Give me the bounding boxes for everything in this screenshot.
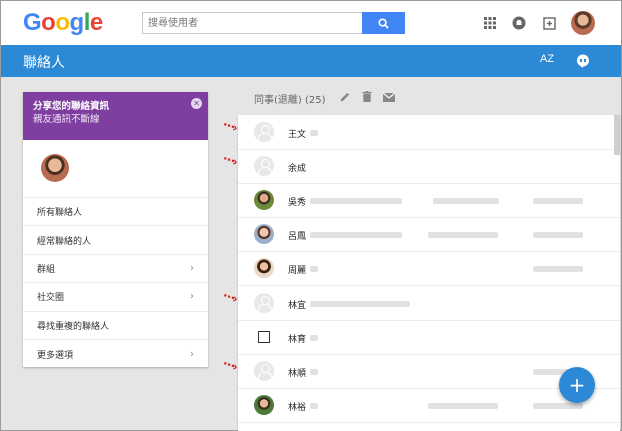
- redacted-text: [310, 334, 318, 341]
- contact-row[interactable]: 周麗: [238, 252, 620, 287]
- sort-az-icon[interactable]: AZ: [540, 53, 554, 65]
- contact-row[interactable]: 呂鳳: [238, 218, 620, 253]
- redacted-text: [433, 197, 499, 204]
- sidebar-item-frequent[interactable]: 經常聯絡的人: [23, 226, 208, 255]
- contact-name: 林裕: [288, 403, 307, 414]
- contact-name: 林宜: [288, 300, 307, 311]
- default-avatar-icon[interactable]: [254, 121, 274, 142]
- hangouts-icon[interactable]: [576, 54, 590, 68]
- delete-icon[interactable]: [362, 91, 372, 102]
- redacted-text: [533, 403, 583, 410]
- avatar[interactable]: [41, 154, 69, 182]
- logo-letter: g: [69, 9, 85, 36]
- my-profile[interactable]: [23, 140, 208, 198]
- share-add-icon[interactable]: [539, 12, 561, 34]
- contact-name: 周麗: [288, 266, 307, 277]
- google-logo[interactable]: Google: [23, 9, 103, 37]
- search-button[interactable]: [362, 12, 405, 34]
- redacted-text: [310, 368, 318, 375]
- account-avatar[interactable]: [571, 11, 595, 35]
- contact-name: 王文: [288, 129, 307, 140]
- contact-name: 呂鳳: [288, 232, 307, 243]
- contact-row[interactable]: 余成: [238, 150, 620, 184]
- apps-grid-icon[interactable]: [479, 12, 501, 34]
- contact-name: 余成: [288, 163, 307, 174]
- redacted-text: [310, 129, 318, 136]
- sidebar-item-groups[interactable]: 群組 ›: [23, 255, 208, 284]
- default-avatar-icon[interactable]: [254, 360, 274, 381]
- left-sidebar: 分享您的聯絡資訊 親友通訊不斷線 ✕ 所有聯絡人 經常聯絡的人 群組 › 社交圈 ›…: [23, 92, 208, 367]
- search-input[interactable]: [143, 13, 355, 33]
- annotation-arrow-icon: ⋯›: [221, 151, 238, 169]
- redacted-text: [428, 232, 498, 239]
- add-contact-button[interactable]: +: [559, 367, 595, 403]
- sidebar-item-label: 群組: [37, 264, 56, 275]
- share-info-promo[interactable]: 分享您的聯絡資訊 親友通訊不斷線 ✕: [23, 92, 208, 140]
- annotation-arrow-icon: ⋯›: [221, 117, 238, 135]
- page-title: 聯絡人: [23, 55, 65, 71]
- sidebar-item-label: 尋找重複的聯絡人: [37, 321, 110, 332]
- search-box: [142, 12, 405, 34]
- contact-name: 林育: [288, 334, 307, 345]
- logo-letter: e: [89, 9, 103, 36]
- group-title: 同事(退離) (25): [254, 95, 326, 106]
- logo-letter: o: [41, 9, 56, 36]
- contact-row[interactable]: 林育: [238, 321, 620, 355]
- contact-name: 林順: [288, 368, 307, 379]
- top-bar: Google: [1, 1, 621, 45]
- email-icon[interactable]: [383, 93, 395, 102]
- chevron-right-icon: ›: [190, 262, 194, 274]
- redacted-text: [533, 232, 583, 239]
- avatar[interactable]: [254, 189, 274, 210]
- avatar[interactable]: [254, 395, 274, 416]
- annotation-arrow-icon: ⋯›: [221, 356, 238, 375]
- annotation-arrow-icon: ⋯›: [221, 288, 238, 306]
- sidebar-item-label: 經常聯絡的人: [37, 236, 92, 247]
- contact-name: 吳秀: [288, 197, 307, 208]
- chevron-right-icon: ›: [190, 348, 194, 360]
- sidebar-item-label: 更多選項: [37, 350, 74, 361]
- logo-letter: G: [23, 9, 42, 36]
- redacted-text: [310, 232, 402, 239]
- redacted-text: [310, 197, 402, 204]
- promo-title: 分享您的聯絡資訊: [33, 101, 110, 112]
- close-icon[interactable]: ✕: [191, 98, 202, 109]
- sidebar-item-more[interactable]: 更多選項 ›: [23, 340, 208, 368]
- sidebar-item-label: 社交圈: [37, 293, 65, 304]
- sidebar-item-duplicates[interactable]: 尋找重複的聯絡人: [23, 312, 208, 340]
- chevron-right-icon: ›: [190, 291, 194, 303]
- sidebar-item-all-contacts[interactable]: 所有聯絡人: [23, 198, 208, 227]
- notifications-icon[interactable]: [508, 12, 530, 34]
- logo-letter: o: [55, 9, 70, 36]
- redacted-text: [533, 197, 583, 204]
- select-checkbox[interactable]: [258, 330, 270, 343]
- redacted-text: [310, 403, 318, 410]
- sidebar-item-circles[interactable]: 社交圈 ›: [23, 283, 208, 312]
- redacted-text: [533, 266, 583, 273]
- redacted-text: [310, 300, 410, 307]
- contact-row[interactable]: 林宜: [238, 287, 620, 321]
- default-avatar-icon[interactable]: [254, 155, 274, 176]
- promo-subtitle: 親友通訊不斷線: [33, 114, 100, 125]
- search-icon: [378, 17, 389, 29]
- redacted-text: [428, 403, 498, 410]
- default-avatar-icon[interactable]: [254, 292, 274, 313]
- sidebar-item-label: 所有聯絡人: [37, 208, 83, 219]
- edit-icon[interactable]: [340, 91, 351, 102]
- contacts-toolbar: 聯絡人 AZ: [1, 45, 621, 77]
- redacted-text: [310, 266, 318, 273]
- avatar[interactable]: [254, 224, 274, 245]
- contact-row[interactable]: 王文: [238, 116, 620, 150]
- avatar[interactable]: [254, 258, 274, 279]
- contact-row[interactable]: 吳秀: [238, 184, 620, 218]
- scrollbar[interactable]: [614, 115, 620, 155]
